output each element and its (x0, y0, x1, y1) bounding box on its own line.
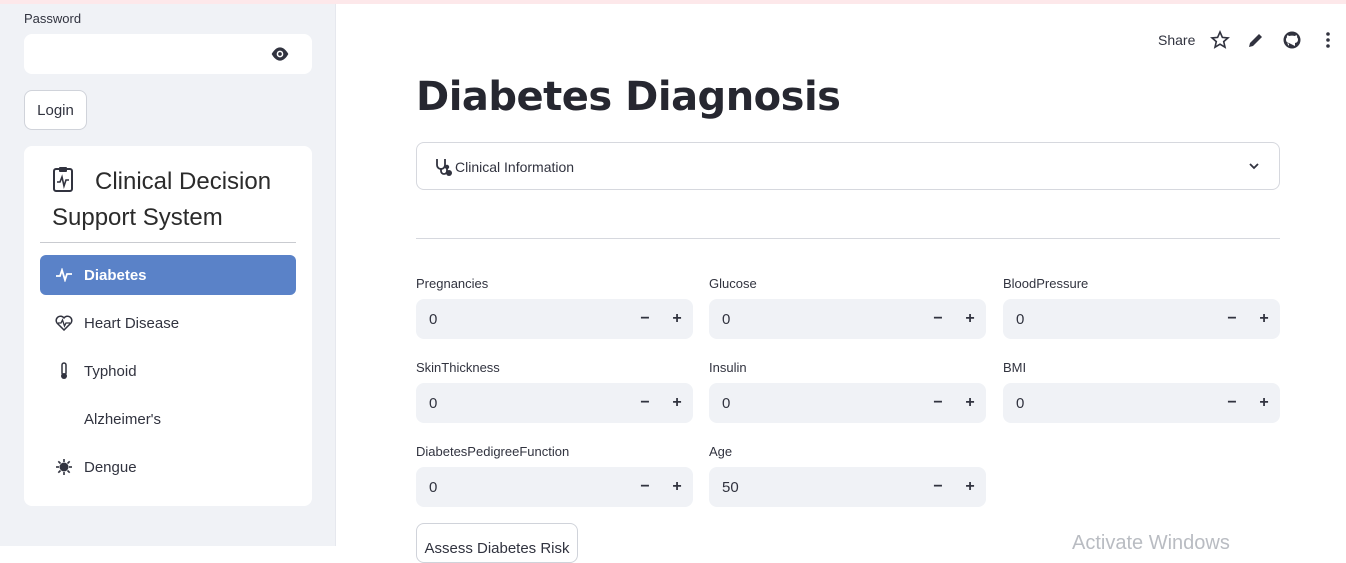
password-label: Password (24, 11, 82, 26)
password-field[interactable] (24, 34, 312, 74)
age-label: Age (709, 444, 733, 459)
sidebar-item-label: Diabetes (84, 266, 147, 284)
pregnancies-label: Pregnancies (416, 276, 489, 291)
clinical-information-expander[interactable]: Clinical Information (416, 142, 1280, 190)
diabetespedigreefunction-label: DiabetesPedigreeFunction (416, 444, 570, 459)
navigation-menu: Clinical Decision Support System Diabete… (24, 146, 312, 506)
skinthickness-label: SkinThickness (416, 360, 500, 375)
bloodpressure-label: BloodPressure (1003, 276, 1089, 291)
age-input[interactable]: 50 − + (709, 467, 986, 507)
diabetespedigreefunction-input[interactable]: 0 − + (416, 467, 693, 507)
diabetespedigreefunction-value[interactable]: 0 (429, 479, 437, 496)
glucose-label: Glucose (709, 276, 757, 291)
bloodpressure-input[interactable]: 0 − + (1003, 299, 1280, 339)
increment-button[interactable]: + (667, 477, 687, 497)
thermometer-icon (54, 361, 74, 381)
decrement-button[interactable]: − (635, 309, 655, 329)
bloodpressure-value[interactable]: 0 (1016, 311, 1024, 328)
insulin-value[interactable]: 0 (722, 395, 730, 412)
activity-icon (54, 265, 74, 285)
stethoscope-icon (436, 159, 452, 176)
virus-icon (54, 457, 74, 477)
pencil-icon[interactable] (1246, 30, 1266, 50)
increment-button[interactable]: + (960, 393, 980, 413)
increment-button[interactable]: + (960, 309, 980, 329)
section-divider (416, 238, 1280, 239)
sidebar-item-heart-disease[interactable]: Heart Disease (40, 303, 296, 343)
skinthickness-input[interactable]: 0 − + (416, 383, 693, 423)
insulin-label: Insulin (709, 360, 747, 375)
eye-icon[interactable] (270, 46, 290, 62)
menu-title: Clinical Decision Support System (52, 168, 272, 231)
sidebar-item-dengue[interactable]: Dengue (40, 447, 296, 487)
decrement-button[interactable]: − (635, 477, 655, 497)
insulin-input[interactable]: 0 − + (709, 383, 986, 423)
bmi-input[interactable]: 0 − + (1003, 383, 1280, 423)
sidebar-item-label: Heart Disease (84, 314, 180, 332)
heart-pulse-icon (54, 313, 74, 333)
kebab-menu-icon[interactable] (1318, 30, 1338, 50)
sidebar-item-alzheimers[interactable]: Alzheimer's (40, 399, 296, 439)
github-icon[interactable] (1282, 30, 1302, 50)
login-button[interactable]: Login (24, 90, 87, 130)
decrement-button[interactable]: − (1222, 393, 1242, 413)
activate-windows-watermark: Activate Windows (1072, 532, 1230, 554)
increment-button[interactable]: + (1254, 393, 1274, 413)
sidebar-item-label: Dengue (84, 458, 137, 476)
decrement-button[interactable]: − (1222, 309, 1242, 329)
sidebar-item-diabetes[interactable]: Diabetes (40, 255, 296, 295)
skinthickness-value[interactable]: 0 (429, 395, 437, 412)
pregnancies-value[interactable]: 0 (429, 311, 437, 328)
sidebar-item-label: Typhoid (84, 362, 137, 380)
menu-divider (40, 242, 296, 243)
pregnancies-input[interactable]: 0 − + (416, 299, 693, 339)
glucose-input[interactable]: 0 − + (709, 299, 986, 339)
chevron-down-icon (1249, 163, 1259, 170)
decrement-button[interactable]: − (635, 393, 655, 413)
bmi-label: BMI (1003, 360, 1027, 375)
sidebar-item-label: Alzheimer's (84, 410, 162, 428)
increment-button[interactable]: + (667, 309, 687, 329)
decrement-button[interactable]: − (928, 477, 948, 497)
sidebar-item-typhoid[interactable]: Typhoid (40, 351, 296, 391)
decrement-button[interactable]: − (928, 393, 948, 413)
page-title: Diabetes Diagnosis (416, 74, 841, 120)
star-icon[interactable] (1210, 30, 1230, 50)
age-value[interactable]: 50 (722, 479, 739, 496)
glucose-value[interactable]: 0 (722, 311, 730, 328)
increment-button[interactable]: + (960, 477, 980, 497)
expander-label: Clinical Information (455, 159, 575, 175)
share-button[interactable]: Share (1158, 32, 1195, 48)
increment-button[interactable]: + (1254, 309, 1274, 329)
decrement-button[interactable]: − (928, 309, 948, 329)
assess-diabetes-risk-button[interactable]: Assess Diabetes Risk (416, 523, 578, 563)
sidebar: Password Login Clinical Decision Support… (0, 4, 336, 546)
bmi-value[interactable]: 0 (1016, 395, 1024, 412)
increment-button[interactable]: + (667, 393, 687, 413)
